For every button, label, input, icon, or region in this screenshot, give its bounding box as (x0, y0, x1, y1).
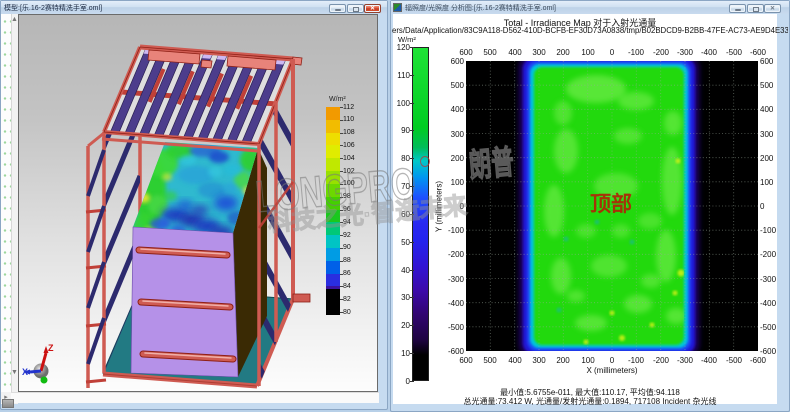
svg-text:Z: Z (48, 343, 54, 353)
svg-text:X: X (22, 367, 28, 377)
svg-text:顶部: 顶部 (590, 192, 632, 216)
